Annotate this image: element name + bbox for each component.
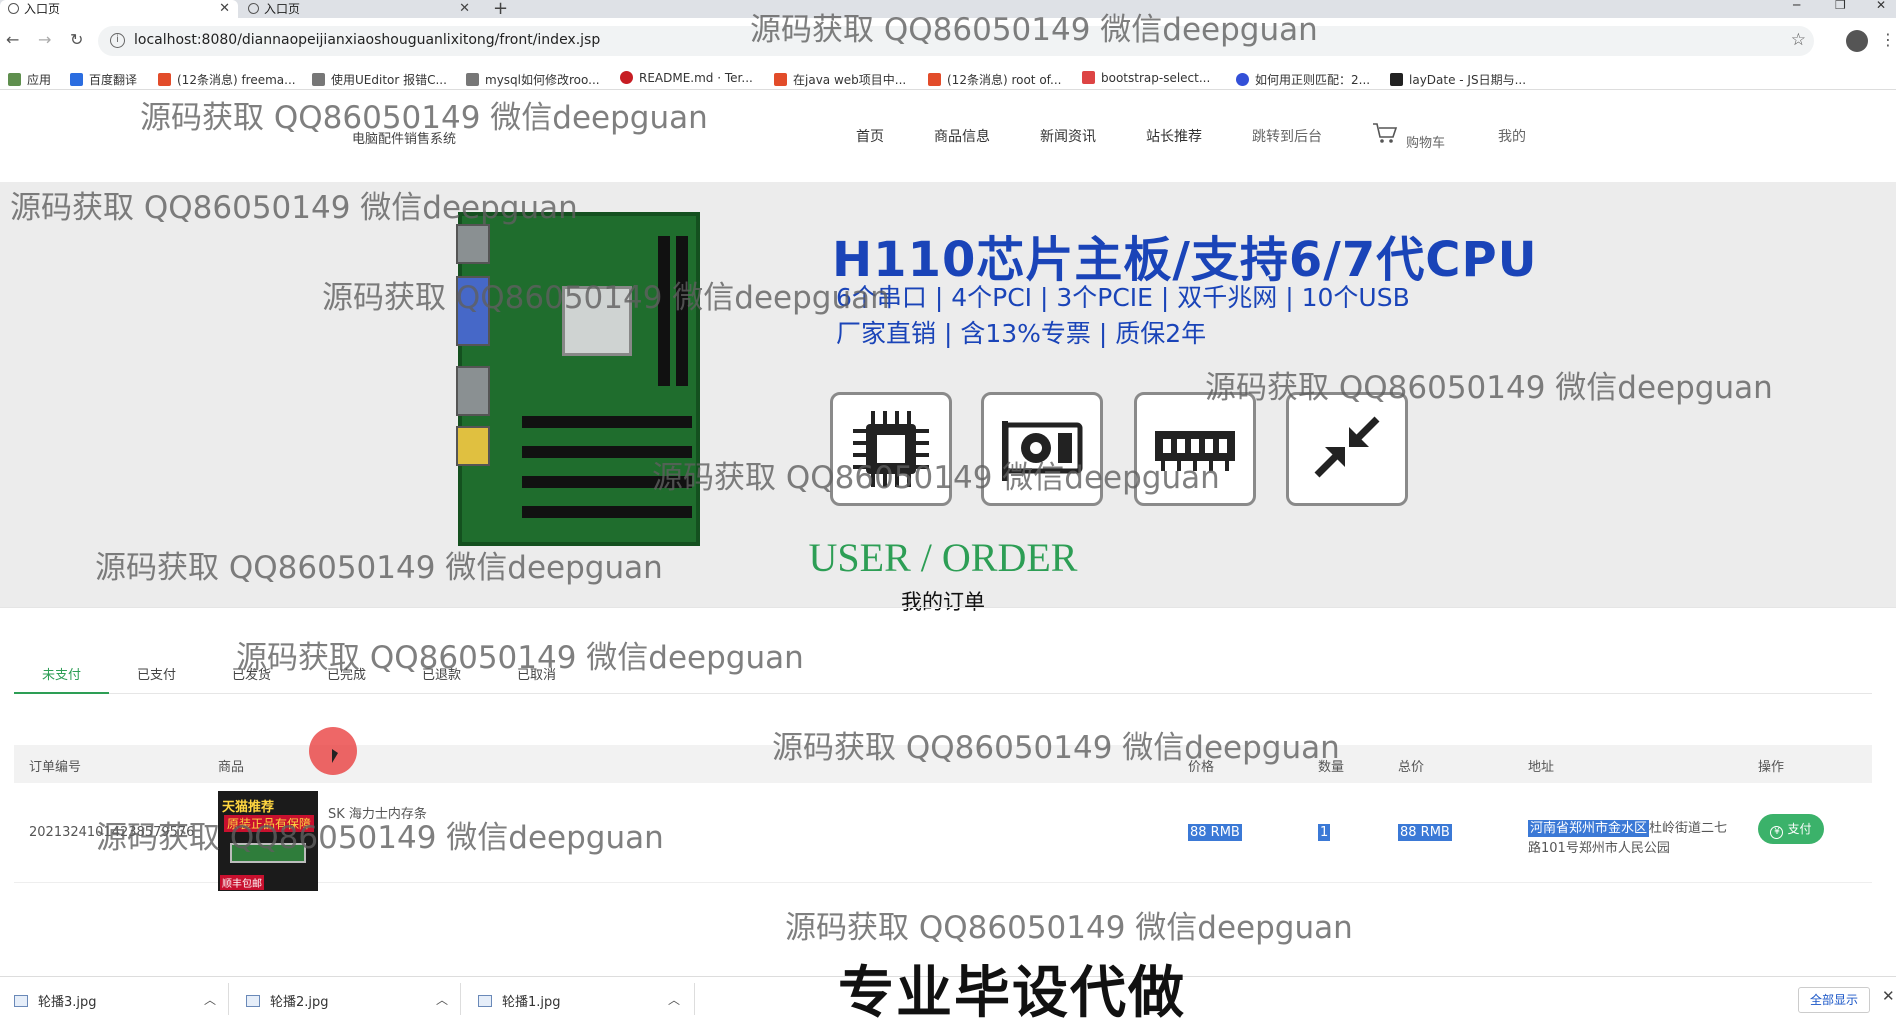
watermark: 源码获取 QQ86050149 微信deepguan — [96, 820, 664, 856]
minimize-icon[interactable]: ─ — [1793, 0, 1800, 12]
apps-grid-icon — [8, 73, 21, 86]
watermark: 源码获取 QQ86050149 微信deepguan — [750, 12, 1318, 48]
close-tab-icon[interactable]: ✕ — [219, 0, 230, 18]
show-all-downloads-button[interactable]: 全部显示 — [1798, 987, 1870, 1013]
watermark: 源码获取 QQ86050149 微信deepguan — [95, 550, 663, 586]
site-icon — [1082, 71, 1095, 84]
tab-title: 入口页 — [264, 2, 301, 16]
col-order-no: 订单编号 — [29, 760, 82, 775]
download-item[interactable]: 轮播1.jpg ︿ — [478, 991, 680, 1010]
divider — [460, 983, 461, 1015]
forward-icon[interactable]: → — [38, 30, 51, 49]
download-item[interactable]: 轮播3.jpg ︿ — [14, 991, 216, 1010]
bookmark-item[interactable]: 使用UEditor 报错C... — [312, 71, 447, 88]
watermark: 源码获取 QQ86050149 微信deepguan — [10, 190, 578, 226]
bookmark-item[interactable]: 如何用正则匹配：2... — [1236, 71, 1370, 88]
col-product: 商品 — [218, 760, 245, 775]
watermark: 源码获取 QQ86050149 微信deepguan — [1205, 370, 1773, 406]
cart-icon[interactable] — [1372, 122, 1398, 144]
col-address: 地址 — [1528, 760, 1555, 775]
bookmark-item[interactable]: (12条消息) freema... — [158, 71, 296, 88]
globe-icon — [248, 3, 259, 14]
csdn-icon — [158, 73, 171, 86]
address-selected: 河南省郑州市金水区 — [1528, 820, 1650, 837]
banner-line-2: 厂家直销 | 含13%专票 | 质保2年 — [836, 319, 1207, 348]
nav-products[interactable]: 商品信息 — [934, 126, 990, 146]
url-text[interactable]: localhost:8080/diannaopeijianxiaoshougua… — [134, 32, 600, 48]
profile-avatar-icon[interactable] — [1846, 30, 1868, 52]
download-item[interactable]: 轮播2.jpg ︿ — [246, 991, 448, 1010]
bookmark-item[interactable]: mysql如何修改roo... — [466, 71, 600, 88]
bookmark-item[interactable]: 在java web项目中... — [774, 71, 906, 88]
tab-paid[interactable]: 已支付 — [109, 664, 204, 683]
price: 88 RMB — [1188, 824, 1242, 841]
banner-line-1: 6个串口 | 4个PCI | 3个PCIE | 双千兆网 | 10个USB — [836, 283, 1410, 312]
watermark: 源码获取 QQ86050149 微信deepguan — [785, 910, 1353, 946]
new-tab-icon[interactable]: + — [493, 0, 508, 19]
watermark: 源码获取 QQ86050149 微信deepguan — [772, 730, 1340, 766]
close-icon[interactable]: ✕ — [1882, 987, 1895, 1005]
baidu-icon — [1236, 73, 1249, 86]
chevron-up-icon[interactable]: ︿ — [204, 991, 216, 1008]
address: 河南省郑州市金水区 杜岭街道二七路101号郑州市人民公园 — [1528, 819, 1738, 859]
mouse-cursor-icon — [332, 749, 338, 763]
total: 88 RMB — [1398, 824, 1452, 841]
pay-button[interactable]: ¥ 支付 — [1758, 814, 1824, 844]
laydate-icon — [1390, 73, 1403, 86]
nav-recommend[interactable]: 站长推荐 — [1146, 126, 1202, 146]
reload-icon[interactable]: ↻ — [70, 30, 83, 49]
bookmark-item[interactable]: 百度翻译 — [70, 71, 137, 88]
bookmark-item[interactable]: README.md · Ter... — [620, 71, 753, 85]
col-total: 总价 — [1398, 760, 1425, 775]
divider — [228, 983, 229, 1015]
nav-admin[interactable]: 跳转到后台 — [1252, 126, 1322, 146]
section-subtitle: 我的订单 — [901, 590, 985, 614]
site-icon — [466, 73, 479, 86]
info-icon[interactable]: i — [110, 33, 125, 48]
tab-unpaid[interactable]: 未支付 — [14, 664, 109, 694]
baidu-translate-icon — [70, 73, 83, 86]
image-file-icon — [14, 995, 28, 1007]
restore-icon[interactable]: ❐ — [1835, 0, 1846, 12]
browser-tab-1[interactable]: 入口页 ✕ — [0, 0, 238, 18]
chevron-up-icon[interactable]: ︿ — [668, 991, 680, 1008]
bookmark-item[interactable]: layDate - JS日期与... — [1390, 71, 1526, 88]
gitee-icon — [620, 71, 633, 84]
globe-icon — [8, 3, 19, 14]
tab-title: 入口页 — [24, 2, 61, 16]
bookmark-item[interactable]: bootstrap-select... — [1082, 71, 1210, 85]
image-file-icon — [478, 995, 492, 1007]
browser-tab-2[interactable]: 入口页 ✕ — [240, 0, 478, 18]
compress-arrows-icon — [1286, 392, 1408, 506]
quantity: 1 — [1318, 824, 1331, 841]
nav-cart[interactable]: 购物车 — [1406, 132, 1445, 151]
site-icon — [312, 73, 325, 86]
bookmark-item[interactable]: (12条消息) root of... — [928, 71, 1061, 88]
col-action: 操作 — [1758, 760, 1785, 775]
nav-mine[interactable]: 我的 — [1498, 126, 1526, 146]
nav-home[interactable]: 首页 — [856, 126, 884, 146]
close-window-icon[interactable]: ✕ — [1876, 0, 1886, 12]
bookmark-star-icon[interactable]: ☆ — [1791, 30, 1806, 50]
watermark-bottom: 专业毕设代做 — [838, 961, 1186, 1026]
browser-menu-icon[interactable]: ⋮ — [1880, 30, 1896, 49]
yen-icon: ¥ — [1770, 826, 1784, 839]
bookmarks-bar: 应用 百度翻译 (12条消息) freema... 使用UEditor 报错C.… — [0, 68, 1896, 90]
bookmark-item[interactable]: 应用 — [8, 71, 51, 88]
csdn-icon — [928, 73, 941, 86]
back-icon[interactable]: ← — [6, 30, 19, 49]
nav-news[interactable]: 新闻资讯 — [1040, 126, 1096, 146]
csdn-icon — [774, 73, 787, 86]
watermark: 源码获取 QQ86050149 微信deepguan — [236, 640, 804, 676]
divider — [0, 607, 1896, 608]
watermark: 源码获取 QQ86050149 微信deepguan — [652, 460, 1220, 496]
divider — [694, 983, 695, 1015]
chevron-up-icon[interactable]: ︿ — [436, 991, 448, 1008]
watermark: 源码获取 QQ86050149 微信deepguan — [140, 100, 708, 136]
watermark: 源码获取 QQ86050149 微信deepguan — [322, 280, 890, 316]
image-file-icon — [246, 995, 260, 1007]
close-tab-icon[interactable]: ✕ — [459, 0, 470, 18]
